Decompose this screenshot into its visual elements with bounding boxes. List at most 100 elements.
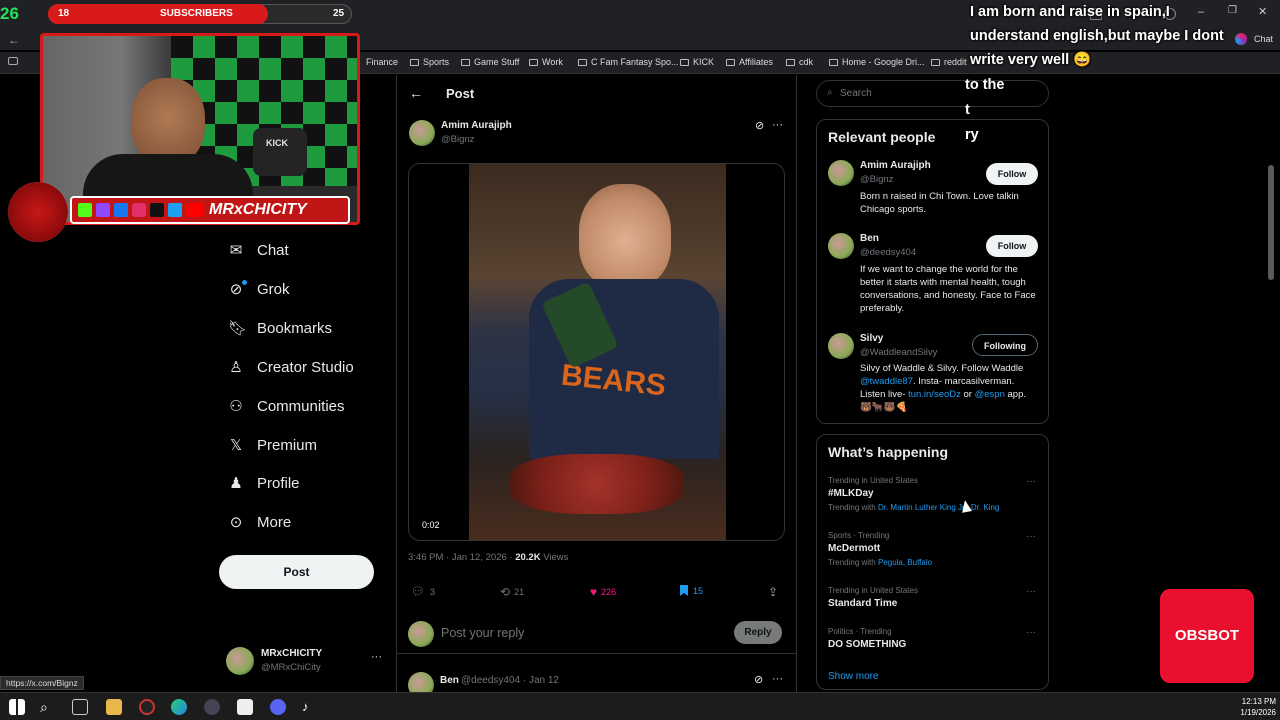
page-title: Post [446, 86, 475, 101]
avatar[interactable] [828, 333, 854, 359]
more-dots-icon[interactable]: ··· [1026, 476, 1036, 487]
windows-start-icon[interactable] [9, 699, 25, 715]
scrollbar-thumb[interactable] [1268, 165, 1274, 280]
more-dots-icon[interactable]: ··· [1026, 586, 1036, 597]
bookmark-cdk[interactable]: cdk [786, 57, 813, 67]
communities-icon: ⚇ [229, 397, 243, 415]
bookmark-google-drive[interactable]: Home - Google Dri... [829, 57, 925, 67]
nav-premium[interactable]: 𝕏 Premium [228, 437, 317, 454]
bookmark-icon: 🔖︎ [228, 319, 248, 337]
bookmark-kick[interactable]: KICK [680, 57, 714, 67]
author-name[interactable]: Amim Aurajiph [441, 120, 512, 131]
close-icon[interactable]: ✕ [1258, 5, 1267, 18]
reply-action[interactable]: 💬︎ 3 [411, 585, 435, 598]
chat-tab-button[interactable]: Chat [1254, 34, 1273, 44]
sidebar-toggle-icon[interactable] [8, 57, 18, 65]
author-avatar[interactable] [409, 120, 435, 146]
copilot-icon[interactable] [1235, 33, 1247, 45]
task-view-icon[interactable] [72, 699, 88, 715]
trend-item[interactable]: Politics · Trending DO SOMETHING ··· [817, 627, 1048, 650]
folder-icon [786, 59, 795, 66]
account-switcher[interactable]: MRxCHICITY @MRxChiCity ··· [226, 645, 386, 677]
person-name[interactable]: Silvy [860, 333, 883, 344]
search-input[interactable]: Search [840, 88, 872, 99]
search-box[interactable]: ⌕ Search [816, 80, 1049, 107]
bio-link[interactable]: tun.in/seoDz [908, 389, 961, 400]
edge-icon[interactable] [171, 699, 187, 715]
facebook-icon [114, 203, 128, 217]
windows-taskbar: ⌕ ♪ 12:13 PM 1/19/2026 [0, 692, 1280, 720]
bookmark-sports[interactable]: Sports [410, 57, 449, 67]
trend-item[interactable]: Trending in United States Standard Time … [817, 586, 1048, 609]
folder-icon [931, 59, 940, 66]
more-dots-icon[interactable]: ··· [772, 673, 783, 685]
person-name[interactable]: Amim Aurajiph [860, 160, 931, 171]
reply-button[interactable]: Reply [734, 621, 782, 644]
bookmark-c-fam[interactable]: C Fam Fantasy Spo... [578, 57, 679, 67]
bookmark-affiliates[interactable]: Affiliates [726, 57, 773, 67]
app-icon[interactable] [237, 699, 253, 715]
more-dots-icon[interactable]: ··· [1026, 531, 1036, 542]
nav-bookmarks[interactable]: 🔖︎ Bookmarks [228, 320, 332, 337]
bookmark-icon [680, 585, 688, 596]
reply-avatar[interactable] [408, 672, 434, 692]
back-icon[interactable]: ← [8, 33, 20, 47]
nav-profile[interactable]: ♟ Profile [228, 475, 299, 492]
nav-chat[interactable]: ✉ Chat [228, 242, 289, 259]
more-dots-icon[interactable]: ··· [1026, 627, 1036, 638]
twitter-icon [168, 203, 182, 217]
clock[interactable]: 12:13 PM 1/19/2026 [1232, 696, 1276, 718]
person-bio: Silvy of Waddle & Silvy. Follow Waddle @… [860, 363, 1026, 413]
grok-icon[interactable]: ⊘ [754, 673, 763, 686]
person-handle[interactable]: @WaddleandSilvy [860, 347, 937, 358]
video-player[interactable]: BEARS 0:02 [408, 163, 785, 541]
person-handle[interactable]: @Bignz [860, 174, 893, 185]
following-button[interactable]: Following [972, 334, 1038, 356]
share-icon[interactable]: ⇪ [768, 585, 778, 599]
follow-button[interactable]: Follow [986, 235, 1038, 257]
folder-icon [461, 59, 470, 66]
back-arrow-icon[interactable]: ← [409, 85, 423, 101]
bookmark-game-stuff[interactable]: Game Stuff [461, 57, 519, 67]
nav-creator-studio[interactable]: ♙ Creator Studio [228, 359, 353, 376]
bookmark-work[interactable]: Work [529, 57, 563, 67]
reply-input[interactable]: Post your reply [441, 626, 524, 640]
bookmark-reddit[interactable]: reddit [931, 57, 967, 67]
repost-action[interactable]: ⟲ 21 [500, 585, 524, 599]
author-handle[interactable]: @Bignz [441, 134, 474, 145]
person-name[interactable]: Ben [860, 233, 879, 244]
obs-icon[interactable] [139, 699, 155, 715]
folder-icon [410, 59, 419, 66]
heart-icon: ♥ [590, 585, 598, 599]
discord-icon[interactable] [270, 699, 286, 715]
grok-icon[interactable]: ⊘ [755, 119, 764, 132]
avatar [226, 647, 254, 675]
x-logo-icon: 𝕏 [229, 436, 243, 454]
reply-author[interactable]: Ben [440, 675, 459, 686]
folder-icon [680, 59, 689, 66]
mention-link[interactable]: @twaddle87 [860, 376, 913, 387]
avatar[interactable] [828, 233, 854, 259]
goal-label: SUBSCRIBERS [160, 8, 233, 19]
like-action[interactable]: ♥ 226 [590, 585, 616, 599]
avatar[interactable] [828, 160, 854, 186]
nav-communities[interactable]: ⚇ Communities [228, 397, 344, 415]
nav-grok[interactable]: ⊘ Grok [228, 281, 290, 298]
more-dots-icon[interactable]: ··· [772, 119, 783, 131]
trend-item[interactable]: Sports · Trending McDermott Trending wit… [817, 531, 1048, 567]
whats-happening-title: What’s happening [828, 444, 949, 460]
file-explorer-icon[interactable] [106, 699, 122, 715]
trend-item[interactable]: Trending in United States #MLKDay Trendi… [817, 476, 1048, 512]
tiktok-icon[interactable]: ♪ [302, 699, 318, 715]
app-icon[interactable] [204, 699, 220, 715]
bookmark-action[interactable]: 15 [680, 585, 703, 596]
mention-link[interactable]: @espn [975, 389, 1005, 400]
goal-left-count: 18 [58, 8, 70, 19]
follow-button[interactable]: Follow [986, 163, 1038, 185]
show-more-link[interactable]: Show more [828, 671, 879, 682]
nav-more[interactable]: ⊙ More [228, 514, 291, 531]
bookmark-finance[interactable]: Finance [366, 57, 398, 67]
post-button[interactable]: Post [219, 555, 374, 589]
person-handle[interactable]: @deedsy404 [860, 247, 916, 258]
search-icon[interactable]: ⌕ [40, 699, 56, 715]
